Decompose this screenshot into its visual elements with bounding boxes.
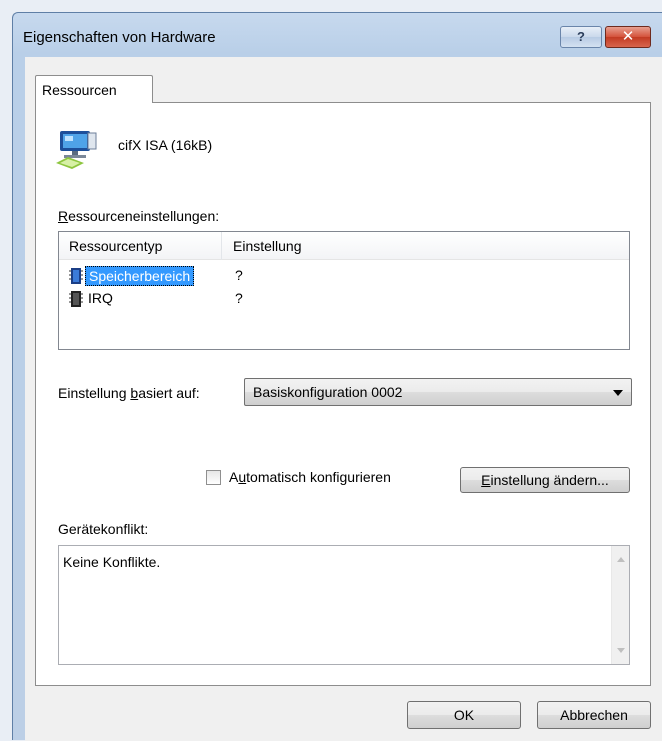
column-header-setting[interactable]: Einstellung (233, 238, 302, 254)
resource-list[interactable]: Ressourcentyp Einstellung Speicherbereic… (58, 231, 630, 350)
device-conflict-textbox[interactable]: Keine Konflikte. (58, 545, 630, 665)
tab-ressourcen[interactable]: Ressourcen (35, 75, 153, 103)
chevron-down-icon (613, 390, 623, 396)
scroll-up-arrow-icon[interactable] (617, 557, 625, 562)
change-setting-mnemonic: E (481, 472, 491, 488)
resource-list-header: Ressourcentyp Einstellung (59, 232, 629, 260)
scroll-down-arrow-icon[interactable] (617, 648, 625, 653)
memory-chip-icon (69, 268, 83, 284)
close-button[interactable]: ✕ (605, 26, 651, 48)
resource-settings-label-rest: essourceneinstellungen: (68, 208, 220, 224)
cancel-button[interactable]: Abbrechen (537, 701, 651, 729)
auto-configure-label-a: A (229, 469, 239, 485)
basis-label-a: Einstellung (58, 385, 131, 401)
basis-configuration-value: Basiskonfiguration 0002 (253, 384, 403, 400)
title-bar[interactable]: Eigenschaften von Hardware ? ✕ (13, 13, 662, 57)
column-separator[interactable] (221, 232, 222, 260)
device-name: cifX ISA (16kB) (118, 137, 213, 153)
device-conflict-label: Gerätekonflikt: (58, 521, 149, 537)
auto-configure-label[interactable]: Automatisch konfigurieren (229, 469, 391, 485)
auto-configure-checkbox[interactable] (206, 470, 221, 485)
resource-settings-label-mnemonic: R (58, 208, 69, 224)
change-setting-label-rest: instellung ändern... (490, 472, 609, 488)
resource-type-label: IRQ (88, 290, 113, 306)
change-setting-button[interactable]: Einstellung ändern... (460, 467, 630, 493)
basis-label: Einstellung basiert auf: (58, 385, 200, 401)
network-adapter-icon (56, 131, 97, 169)
conflict-scrollbar[interactable] (611, 546, 629, 664)
irq-chip-icon (69, 291, 83, 307)
column-header-resource-type[interactable]: Ressourcentyp (69, 238, 162, 254)
resource-setting-value: ? (235, 290, 243, 306)
dialog-client-area: Ressourcen cifX ISA (16kB) Ressourcenein… (25, 57, 662, 741)
basis-configuration-dropdown[interactable]: Basiskonfiguration 0002 (244, 378, 632, 406)
ok-button[interactable]: OK (407, 701, 521, 729)
basis-label-b: asiert auf: (138, 385, 200, 401)
resource-type-label: Speicherbereich (85, 266, 195, 286)
help-button[interactable]: ? (560, 26, 602, 48)
tab-panel-ressourcen: cifX ISA (16kB) Ressourceneinstellungen:… (35, 102, 651, 686)
hardware-properties-window: Eigenschaften von Hardware ? ✕ Ressource… (12, 12, 662, 741)
resource-row-memory[interactable]: Speicherbereich ? (69, 265, 609, 287)
resource-setting-value: ? (235, 267, 243, 283)
resource-settings-label: Ressourceneinstellungen: (58, 208, 219, 224)
resource-row-irq[interactable]: IRQ ? (69, 288, 609, 310)
window-title: Eigenschaften von Hardware (23, 29, 216, 46)
auto-configure-label-mnemonic: u (238, 469, 247, 485)
auto-configure-label-b: tomatisch konfigurieren (246, 469, 391, 485)
device-conflict-text: Keine Konflikte. (63, 554, 161, 570)
